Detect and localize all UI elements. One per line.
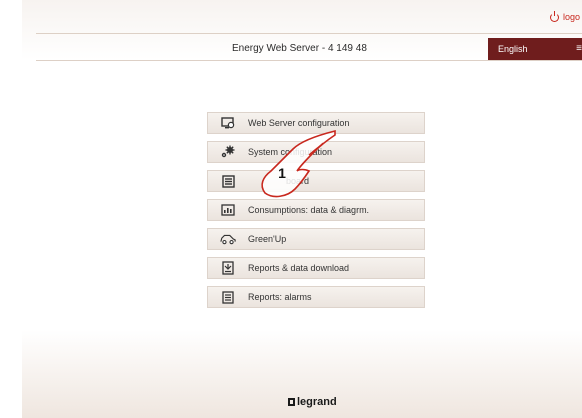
menu-item-greenup[interactable]: Green'Up xyxy=(207,228,425,250)
legrand-mark-icon xyxy=(288,398,295,406)
pointing-hand-icon: 1 xyxy=(261,129,336,198)
report-download-icon xyxy=(220,261,236,275)
monitor-settings-icon xyxy=(220,116,236,130)
brand-label: legrand xyxy=(297,396,337,408)
language-label: English xyxy=(498,44,528,54)
app-window: logo Energy Web Server - 4 149 48 Englis… xyxy=(22,0,582,418)
chart-icon xyxy=(220,203,236,217)
menu-item-reports-data-download[interactable]: Reports & data download xyxy=(207,257,425,279)
menu-item-consumptions[interactable]: Consumptions: data & diagrm. xyxy=(207,199,425,221)
gears-icon xyxy=(220,145,236,159)
language-selector[interactable]: English ≡ xyxy=(488,38,582,60)
menu-item-label: Reports & data download xyxy=(248,263,350,273)
menu-item-reports-alarms[interactable]: Reports: alarms xyxy=(207,286,425,308)
legrand-logo: legrand xyxy=(288,396,337,408)
header-divider-bottom xyxy=(36,60,582,61)
power-icon xyxy=(549,10,559,22)
header-divider-top xyxy=(36,33,582,34)
hamburger-icon[interactable]: ≡ xyxy=(576,43,582,54)
logout-link[interactable]: logo xyxy=(549,10,580,22)
electric-car-icon xyxy=(220,232,236,246)
menu-item-label: Consumptions: data & diagrm. xyxy=(248,205,370,215)
logout-label: logo xyxy=(562,12,580,22)
menu-item-label: Reports: alarms xyxy=(248,292,312,302)
menu-item-label: Green'Up xyxy=(248,234,287,244)
switchboard-icon xyxy=(220,174,236,188)
page-title: Energy Web Server - 4 149 48 xyxy=(232,43,367,54)
alarm-report-icon xyxy=(220,290,236,304)
step-number: 1 xyxy=(278,165,286,181)
